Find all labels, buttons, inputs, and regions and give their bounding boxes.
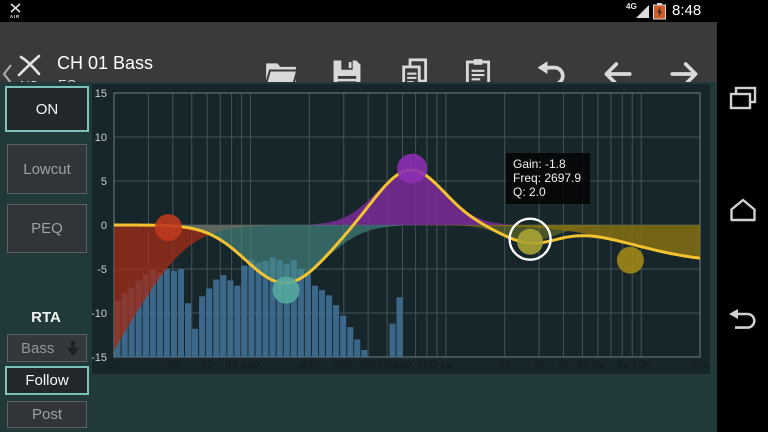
y-tick-label: -10 [92,308,107,320]
x-tick-label: 20k [691,359,709,371]
x-tick-label: 2k [499,359,511,371]
rta-bar [248,259,254,357]
eq-on-button[interactable]: ON [5,86,89,132]
eq-band-handle-low-mid[interactable] [273,277,300,304]
rta-bar [164,269,170,357]
rta-bar [206,288,212,357]
x-air-notification-icon: AIR [8,2,26,20]
status-bar: AIR 4G 8:48 [0,0,768,22]
x-tick-label: 6k [592,359,604,371]
rta-bar [171,271,177,357]
x-tick-label: 600 [393,359,411,371]
rta-bar [389,324,395,357]
rta-bar [340,316,346,357]
rta-bar [178,269,184,357]
rta-bar [312,286,318,357]
rta-follow-button[interactable]: Follow [5,366,89,395]
rta-source-dropdown[interactable]: Bass [7,334,87,362]
tooltip-gain: Gain: -1.8 [513,157,581,171]
eq-band-handle-lowcut[interactable] [155,214,182,241]
y-tick-label: -15 [92,352,107,364]
x-tick-label: 8k [616,359,628,371]
back-button[interactable] [727,306,759,336]
x-tick-label: 3k [533,359,545,371]
x-tick-label: 5k [577,359,589,371]
x-tick-label: 10k [632,359,650,371]
rta-bar [241,266,247,358]
rta-source-value: Bass [21,340,54,357]
peq-button[interactable]: PEQ [7,204,87,253]
y-tick-label: 10 [95,132,107,144]
tooltip-freq: Freq: 2697.9 [513,171,581,185]
y-tick-label: -5 [97,264,107,276]
home-icon [727,195,759,225]
rta-bar [220,275,226,357]
eq-band-handle-high-shelf[interactable] [617,247,644,274]
rta-bar [305,274,311,357]
rta-post-button[interactable]: Post [7,401,87,428]
clock: 8:48 [672,2,701,19]
x-tick-label: 60 [201,359,213,371]
tooltip-q: Q: 2.0 [513,185,581,199]
x-tick-label: 100 [241,359,259,371]
eq-band-handle-hi-mid-selected[interactable] [517,229,543,255]
recent-apps-icon [727,84,759,114]
svg-text:AIR: AIR [10,14,20,19]
x-tick-label: 1k [440,359,452,371]
x-tick-label: 800 [418,359,436,371]
y-tick-label: 15 [95,88,107,100]
android-nav-bar [717,22,768,432]
x-tick-label: 400 [359,359,377,371]
rta-bar [354,339,360,357]
eq-graph-pane: 204060801002003004005006008001k2k3k4k5k6… [92,84,710,374]
rta-bar [319,290,325,357]
eq-band-handle-mid[interactable] [397,154,427,184]
rta-bar [199,296,205,357]
rta-section-label: RTA [0,309,92,326]
x-tick-label: 200 [300,359,318,371]
home-button[interactable] [727,195,759,225]
band-parameter-tooltip: Gain: -1.8 Freq: 2697.9 Q: 2.0 [506,153,590,204]
recent-apps-button[interactable] [727,84,759,114]
x-tick-label: 300 [335,359,353,371]
x-tick-label: 40 [167,359,179,371]
rta-bar [333,305,339,357]
rta-bar [192,329,198,357]
x-tick-label: 20 [108,359,120,371]
x-tick-label: 80 [225,359,237,371]
eq-curve-chart[interactable]: 204060801002003004005006008001k2k3k4k5k6… [92,84,710,374]
y-tick-label: 0 [101,220,107,232]
signal-strength-icon [636,5,649,18]
rta-bar [361,350,367,357]
battery-charging-icon [653,3,666,20]
channel-title: CH 01 Bass [57,53,153,74]
rta-bar [227,280,233,357]
back-icon [727,306,759,336]
rta-bar [234,286,240,357]
rta-bar [326,295,332,357]
rta-bar [185,303,191,357]
rta-bar [256,263,262,357]
rta-bar [347,327,353,357]
rta-bar [397,297,403,357]
x-tick-label: 4k [558,359,570,371]
rta-bar [213,280,219,357]
toolbar: AIR CH 01 Bass EQ [0,22,717,82]
dropdown-arrow-icon [66,340,80,357]
rta-bar [157,273,163,358]
y-tick-label: 5 [101,176,107,188]
rta-bar [298,269,304,357]
x-air-app: AIR 4G 8:48 AIR CH 01 Bass EQ [0,0,768,432]
lowcut-button[interactable]: Lowcut [7,144,87,194]
